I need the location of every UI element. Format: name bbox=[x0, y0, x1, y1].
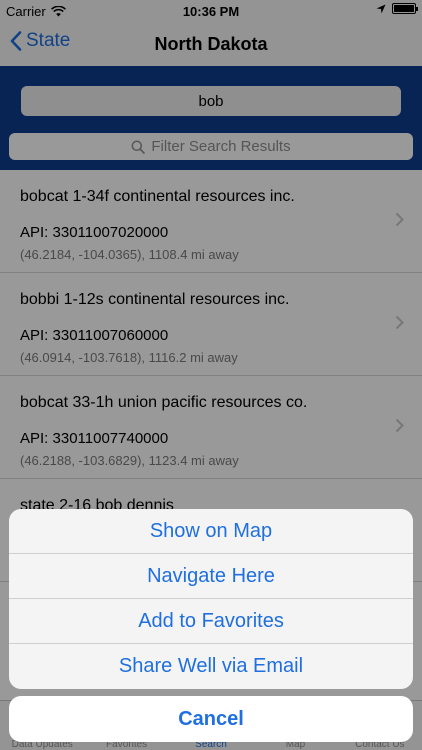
cancel-button[interactable]: Cancel bbox=[9, 696, 413, 742]
add-to-favorites-button[interactable]: Add to Favorites bbox=[9, 599, 413, 644]
action-sheet: Show on Map Navigate Here Add to Favorit… bbox=[9, 509, 413, 689]
show-on-map-button[interactable]: Show on Map bbox=[9, 509, 413, 554]
navigate-here-button[interactable]: Navigate Here bbox=[9, 554, 413, 599]
share-well-via-email-button[interactable]: Share Well via Email bbox=[9, 644, 413, 689]
